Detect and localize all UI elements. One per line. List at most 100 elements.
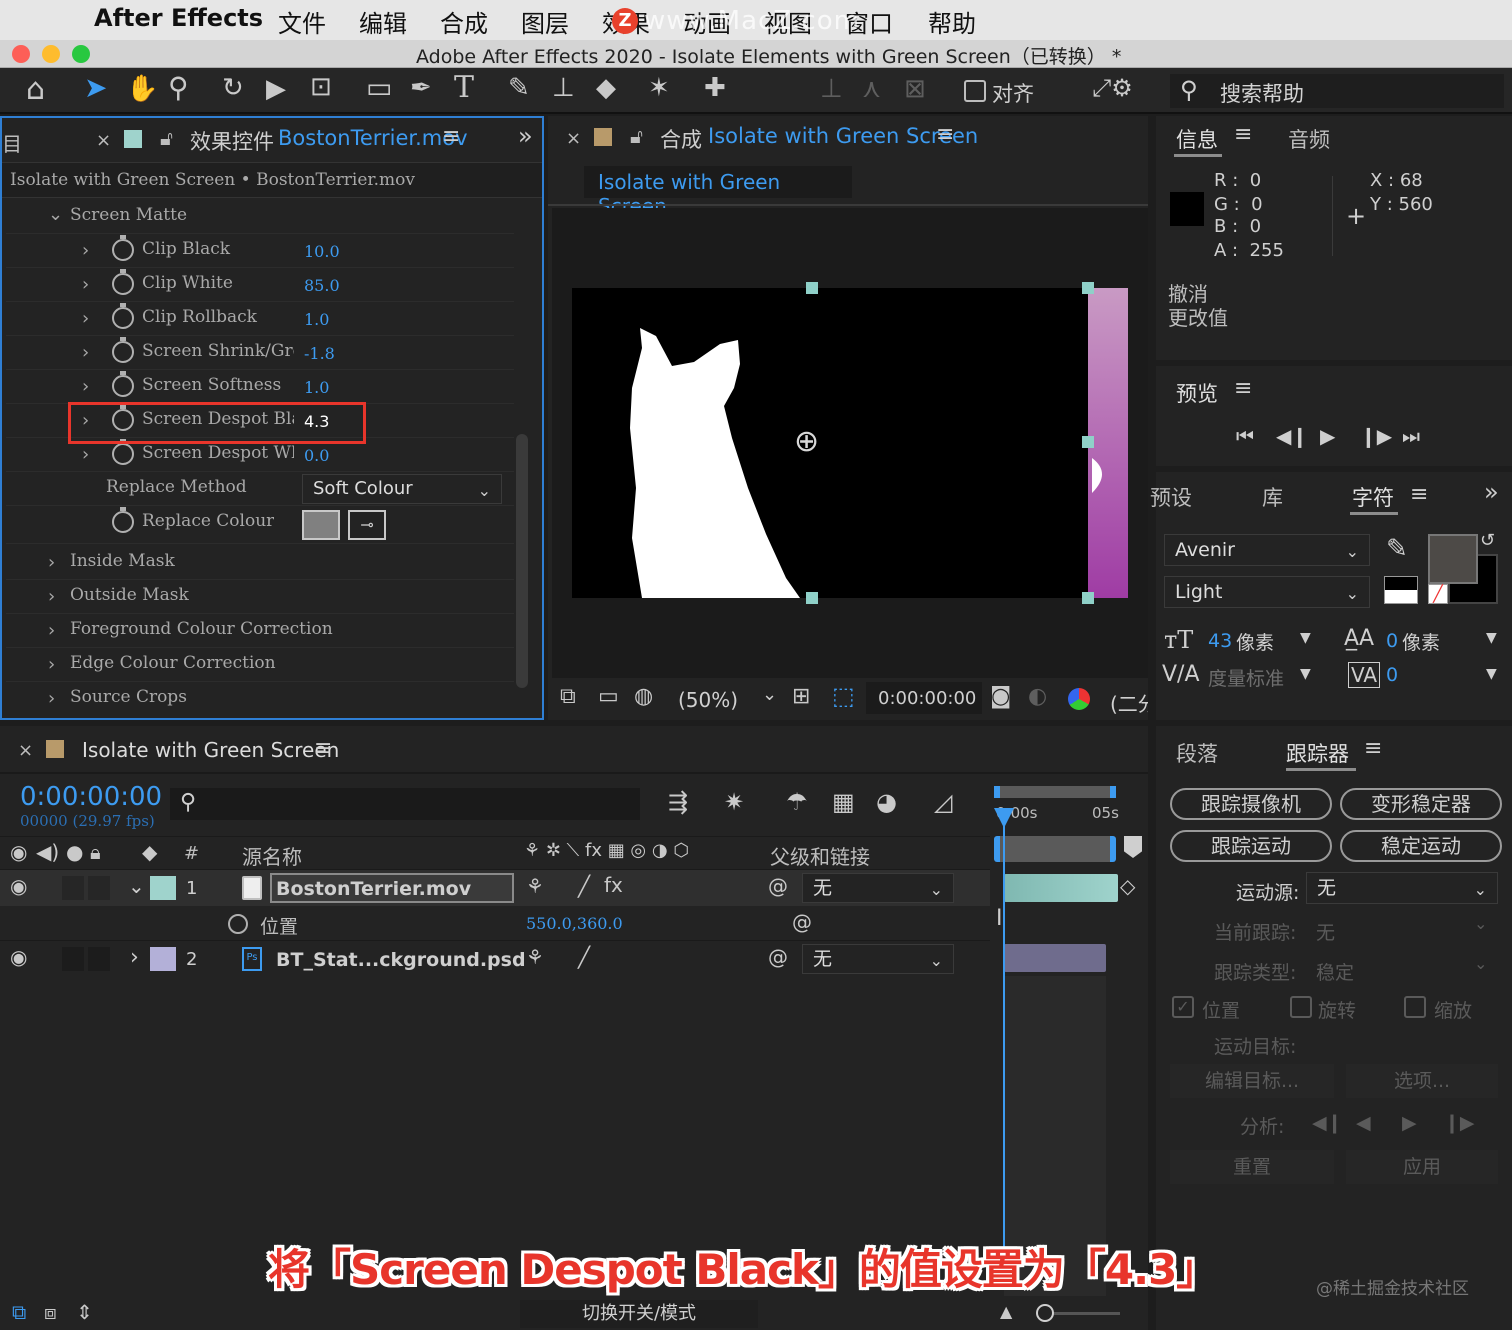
brush-tool-icon[interactable]: ✎ [508,75,530,101]
tab-character[interactable]: 字符 [1352,482,1394,512]
chevron-right-icon[interactable]: › [48,688,55,709]
composition-mini-flowchart-icon[interactable]: ⇶ [668,790,688,814]
param-value[interactable]: 0.0 [304,446,329,465]
track-camera-button[interactable]: 跟踪摄像机 [1170,788,1332,820]
section-foreground-colour-correction[interactable]: › Foreground Colour Correction [6,614,514,648]
column-parent-link[interactable]: 父级和链接 [770,841,870,870]
parent-dropdown[interactable]: 无 ⌄ [802,873,954,903]
close-panel-icon[interactable]: × [566,128,581,149]
eyedropper-icon[interactable]: ⊸ [348,510,386,540]
menu-app-name[interactable]: After Effects [94,4,263,32]
effect-row-clip-black[interactable]: › Clip Black 10.0 [6,234,514,268]
chevron-right-icon[interactable]: › [48,552,55,573]
layer-name-field[interactable]: BostonTerrier.mov [270,873,514,903]
panel-menu-icon[interactable]: ≡ [442,124,460,149]
fx-switch-icon[interactable]: fx [604,875,623,895]
shy-switch-icon[interactable]: ⚘ [526,947,544,967]
rectangle-tool-icon[interactable]: ▭ [366,74,392,102]
section-outside-mask[interactable]: › Outside Mask [6,580,514,614]
toggle-switches-modes-button[interactable]: 切换开关/模式 [520,1300,758,1328]
lock-switch[interactable] [88,947,110,971]
no-stroke-icon[interactable]: ╱ [1428,584,1448,604]
stopwatch-icon[interactable] [112,337,134,363]
chevron-down-icon[interactable]: ▼ [1486,666,1497,682]
chevron-down-icon[interactable]: ⌄ [128,874,145,898]
comp-viewer[interactable]: ⊕ [552,208,1148,678]
layer-row-1[interactable]: ◉ ⌄ 1 BostonTerrier.mov ⚘ ╱ fx @ 无 ⌄ [0,870,990,906]
toggle-in-out-icon[interactable]: ⇕ [76,1302,93,1322]
zoom-out-mountain-icon[interactable]: ▲ [1000,1304,1012,1320]
screen-matte-group[interactable]: ⌄ Screen Matte [6,200,514,234]
comp-marker-icon[interactable] [1124,836,1142,858]
time-ruler[interactable]: 0:00s 05s [990,782,1148,872]
tab-paragraph[interactable]: 段落 [1176,738,1218,768]
toggle-modes-icon[interactable]: ⧈ [44,1302,57,1322]
stopwatch-icon[interactable] [112,303,134,329]
effect-controls-file[interactable]: BostonTerrier.mov [278,126,468,150]
chevron-right-icon[interactable]: › [82,308,89,329]
region-of-interest-icon[interactable]: ⬚ [832,684,855,708]
menu-file[interactable]: 文件 [278,4,326,39]
pen-tool-icon[interactable]: ✒ [410,75,432,101]
chevron-right-icon[interactable]: › [82,240,89,261]
param-value[interactable]: 1.0 [304,310,329,329]
panel-menu-icon[interactable]: ≡ [936,122,954,147]
menu-edit[interactable]: 编辑 [359,4,407,39]
first-frame-icon[interactable]: ⏮ [1236,424,1254,448]
audio-switch[interactable] [62,876,84,900]
chevron-right-icon[interactable]: › [82,342,89,363]
lock-switch[interactable] [88,876,110,900]
panel-menu-icon[interactable]: ≡ [1234,376,1252,401]
zoom-slider-thumb[interactable] [1036,1304,1054,1322]
lock-icon[interactable]: 🔓︎ [160,126,173,150]
mask-visibility-icon[interactable]: ◍ [634,686,653,708]
stopwatch-icon[interactable] [112,371,134,397]
leading-value[interactable]: 0 [1386,630,1398,652]
selection-tool-icon[interactable]: ➤ [84,74,107,102]
menu-composition[interactable]: 合成 [440,4,488,39]
eye-icon[interactable]: ◉ [10,876,27,896]
menu-layer[interactable]: 图层 [521,4,569,39]
chevron-right-icon[interactable]: › [48,654,55,675]
quality-switch-icon[interactable]: ╱ [578,876,590,896]
fill-color-swatch[interactable] [1428,534,1478,584]
font-family-dropdown[interactable]: Avenir ⌄ [1164,534,1370,566]
black-white-swatch[interactable] [1384,576,1418,604]
stopwatch-icon[interactable] [112,439,134,465]
param-value[interactable]: -1.8 [304,344,335,363]
home-icon[interactable]: ⌂ [26,75,45,105]
font-style-dropdown[interactable]: Light ⌄ [1164,576,1370,608]
chevron-down-icon[interactable]: ▼ [1300,630,1311,646]
scrollbar[interactable] [516,434,528,688]
handle-top-right[interactable] [1082,282,1094,294]
handle-right[interactable] [1082,436,1094,448]
composition-title-prefix[interactable]: 合成 [660,124,702,154]
font-size-value[interactable]: 43 [1208,630,1232,652]
next-frame-icon[interactable]: ❙▶ [1360,424,1392,448]
panel-menu-icon[interactable]: ≡ [1410,482,1428,507]
pickwhip-icon[interactable]: @ [768,947,788,967]
property-row-position[interactable]: 位置 550.0,360.0 @ [0,906,990,940]
audio-switch[interactable] [62,947,84,971]
camera-tool-icon[interactable]: ▶ [266,76,286,102]
monitor-icon[interactable]: ▭ [598,686,619,708]
draft-3d-icon[interactable]: ✷ [724,790,744,814]
last-frame-icon[interactable]: ⏭ [1402,424,1420,448]
zoom-window-button[interactable] [72,45,90,63]
channels-icon[interactable] [1068,688,1090,710]
preview-title[interactable]: 预览 [1176,378,1218,408]
work-area-bar[interactable] [994,786,1116,798]
previous-frame-icon[interactable]: ◀❙ [1276,424,1308,448]
stabilize-motion-button[interactable]: 稳定运动 [1340,830,1502,862]
warp-stabilizer-button[interactable]: 变形稳定器 [1340,788,1502,820]
layer-end-marker-icon[interactable]: ◇ [1120,874,1135,898]
panel-menu-icon[interactable]: ≡ [1234,122,1252,147]
stopwatch-icon[interactable] [112,269,134,295]
column-source-name[interactable]: 源名称 [242,841,302,870]
comp-tab[interactable]: Isolate with Green Screen [584,166,852,218]
section-source-crops[interactable]: › Source Crops [6,682,514,716]
chevron-right-icon[interactable]: › [82,274,89,295]
always-preview-icon[interactable]: ⧉ [560,686,576,708]
clone-stamp-tool-icon[interactable]: ⊥ [552,75,575,101]
effect-row-replace-method[interactable]: Replace Method Soft Colour ⌄ [6,472,514,506]
